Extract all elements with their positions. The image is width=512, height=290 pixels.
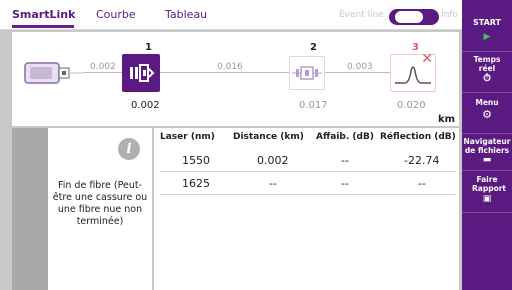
event-description: Fin de fibre (Peut-être une cassure ou u… — [52, 180, 148, 227]
row-2-attenuation: -- — [341, 177, 349, 190]
tab-bar: SmartLink Courbe Tableau Event line Info — [0, 0, 462, 30]
folder-icon: ▬ — [482, 155, 492, 165]
otdr-smartlink-screen: SmartLink Courbe Tableau Event line Info… — [0, 0, 512, 290]
event-2-position: 0.017 — [299, 100, 328, 111]
fault-x-icon: ✕ — [421, 51, 433, 67]
link-map: 0.002 0.016 0.003 1 0.002 2 0.017 3 ✕ 0.… — [12, 32, 459, 126]
event-1-number: 1 — [145, 42, 152, 53]
row-2-laser: 1625 — [182, 177, 210, 190]
segment-distance-3: 0.003 — [347, 62, 373, 72]
right-sidebar: START ▶ Temps réel ⏱ Menu ⚙ Navigateur d… — [462, 0, 512, 290]
row-divider — [160, 171, 456, 172]
column-header-distance: Distance (km) — [233, 132, 304, 142]
file-navigator-button[interactable]: Navigateur de fichiers ▬ — [462, 137, 512, 169]
row-1-laser: 1550 — [182, 154, 210, 167]
report-button[interactable]: Faire Rapport ▣ — [462, 175, 512, 211]
active-tab-indicator — [12, 25, 74, 28]
menu-label: Menu — [475, 98, 499, 107]
sidebar-divider — [462, 170, 512, 171]
event-2-number: 2 — [310, 42, 317, 53]
sidebar-divider — [462, 92, 512, 93]
event-3-position: 0.020 — [397, 100, 426, 111]
info-toggle-label: Info — [441, 10, 459, 20]
report-icon: ▣ — [482, 194, 492, 204]
report-label: Faire Rapport — [472, 175, 507, 193]
segment-distance-1: 0.002 — [90, 62, 116, 72]
segment-distance-2: 0.016 — [217, 62, 243, 72]
row-2-distance: -- — [269, 177, 277, 190]
splice-icon — [292, 66, 322, 80]
tab-smartlink[interactable]: SmartLink — [12, 8, 75, 21]
event-selector-strip — [12, 128, 48, 290]
sidebar-divider — [462, 212, 512, 213]
start-label: START — [472, 18, 502, 27]
event-3-fiber-end[interactable]: ✕ — [390, 51, 436, 92]
tab-tableau[interactable]: Tableau — [165, 8, 207, 21]
play-icon: ▶ — [483, 32, 491, 42]
file-navigator-label: Navigateur de fichiers — [463, 137, 511, 155]
row-divider — [160, 194, 456, 195]
timer-icon: ⏱ — [483, 73, 491, 84]
toggle-knob — [395, 11, 423, 23]
event-line-label: Event line — [339, 10, 384, 20]
tab-courbe[interactable]: Courbe — [96, 8, 136, 21]
sidebar-divider — [462, 51, 512, 52]
sidebar-divider — [462, 133, 512, 134]
event-3-number: 3 — [412, 42, 419, 53]
connector-icon — [130, 64, 155, 82]
otdr-source-icon — [24, 62, 82, 84]
event-line-toggle[interactable] — [389, 9, 439, 25]
event-info-panel: i Fin de fibre (Peut-être une cassure ou… — [48, 128, 152, 290]
menu-button[interactable]: Menu ⚙ — [462, 98, 512, 132]
column-header-laser: Laser (nm) — [160, 132, 215, 142]
column-header-reflection: Réflection (dB) — [380, 132, 456, 142]
row-2-reflection: -- — [418, 177, 426, 190]
start-button[interactable]: START ▶ — [462, 10, 512, 50]
realtime-label: Temps réel — [473, 55, 501, 73]
event-2-splice[interactable] — [289, 56, 325, 90]
column-header-attenuation: Affaib. (dB) — [316, 132, 374, 142]
realtime-button[interactable]: Temps réel ⏱ — [462, 55, 512, 91]
info-icon: i — [118, 138, 140, 160]
row-1-reflection: -22.74 — [404, 154, 440, 167]
row-1-attenuation: -- — [341, 154, 349, 167]
distance-unit: km — [438, 114, 456, 125]
event-1-connector[interactable] — [122, 54, 160, 92]
row-1-distance: 0.002 — [257, 154, 289, 167]
gear-icon: ⚙ — [482, 108, 492, 121]
event-1-position: 0.002 — [131, 100, 160, 111]
results-table: Laser (nm) Distance (km) Affaib. (dB) Ré… — [154, 128, 459, 290]
